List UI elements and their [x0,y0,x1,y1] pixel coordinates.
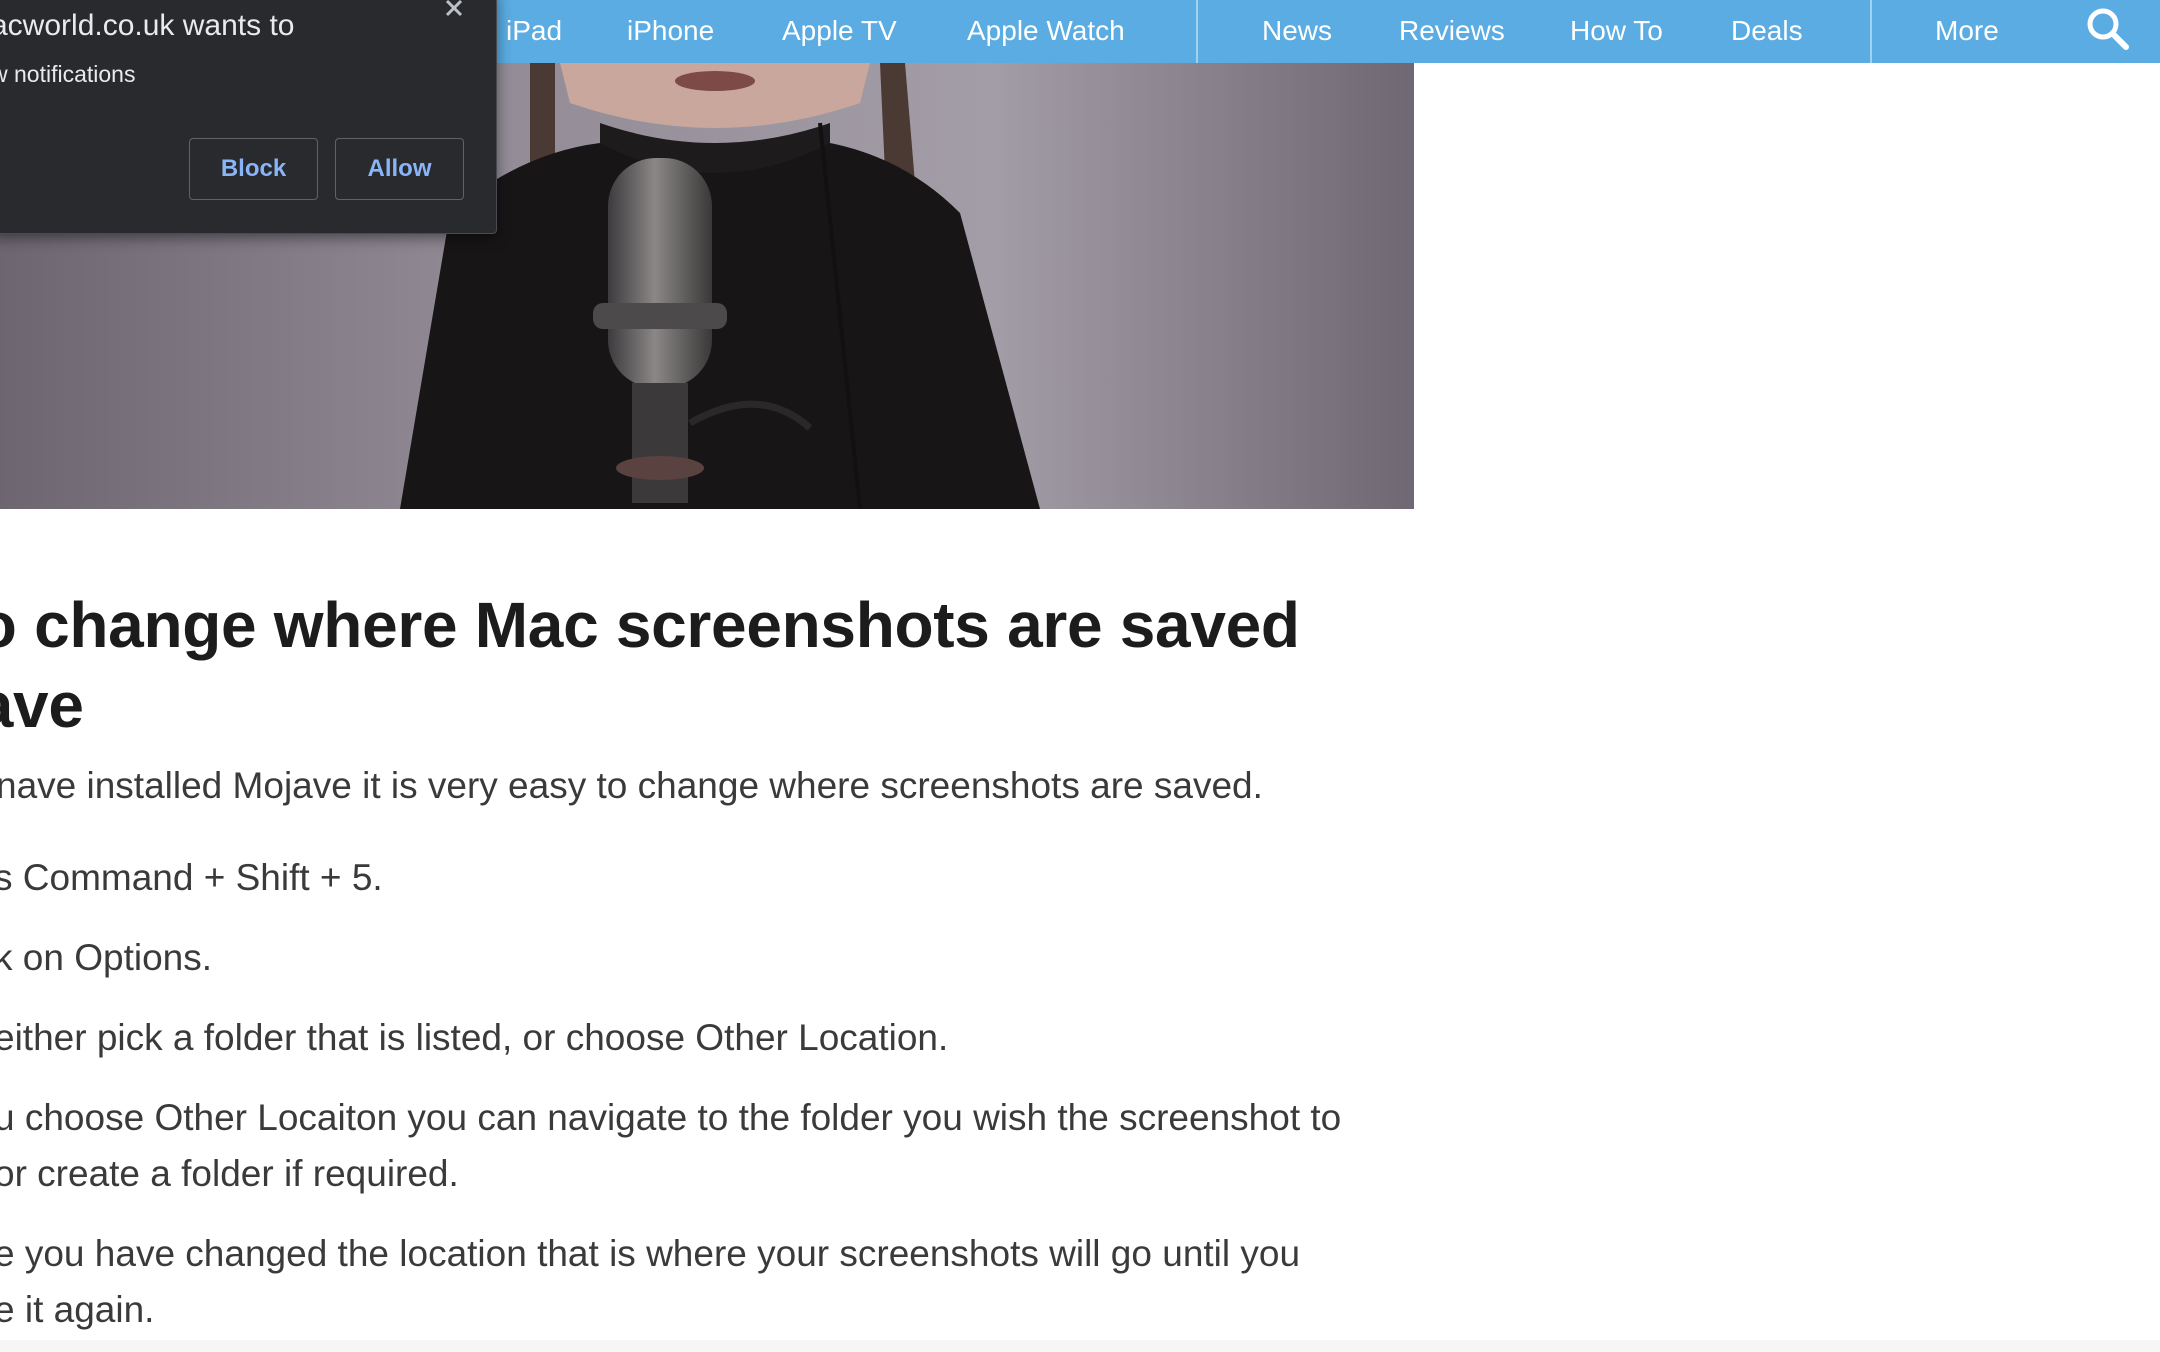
article-paragraph: u choose Other Locaiton you can navigate… [0,1097,1342,1138]
article-paragraph: nave installed Mojave it is very easy to… [0,765,1263,806]
nav-item-iphone[interactable]: iPhone [627,0,714,63]
search-icon[interactable] [2085,6,2131,52]
nav-item-ipad[interactable]: iPad [506,0,562,63]
article-paragraph: either pick a folder that is listed, or … [0,1017,949,1058]
article-title-line: v to change where Mac screenshots are sa… [0,589,1300,661]
notification-permission-popup: acworld.co.uk wants to w notifications B… [0,0,497,234]
popup-title: acworld.co.uk wants to [0,9,295,42]
page-bottom-edge [0,1340,2160,1352]
block-button[interactable]: Block [189,138,318,200]
nav-divider [1870,0,1872,63]
nav-item-apple-tv[interactable]: Apple TV [782,0,897,63]
article-title: v to change where Mac screenshots are sa… [0,585,1424,745]
nav-item-how-to[interactable]: How To [1570,0,1663,63]
nav-divider [1196,0,1198,63]
nav-item-apple-watch[interactable]: Apple Watch [967,0,1125,63]
close-icon[interactable] [443,0,465,19]
article-paragraph: e it again. [0,1289,155,1330]
nav-item-more[interactable]: More [1935,0,1999,63]
article-paragraph: or create a folder if required. [0,1153,459,1194]
article-paragraph: e you have changed the location that is … [0,1233,1301,1274]
nav-item-deals[interactable]: Deals [1731,0,1803,63]
nav-item-news[interactable]: News [1262,0,1332,63]
article-paragraph: k on Options. [0,937,213,978]
article-paragraph: s Command + Shift + 5. [0,857,383,898]
allow-button[interactable]: Allow [335,138,464,200]
popup-subtitle: w notifications [0,61,136,87]
page: iPad iPhone Apple TV Apple Watch News Re… [0,0,2160,1352]
nav-item-reviews[interactable]: Reviews [1399,0,1505,63]
article-title-line: lojave [0,669,84,741]
